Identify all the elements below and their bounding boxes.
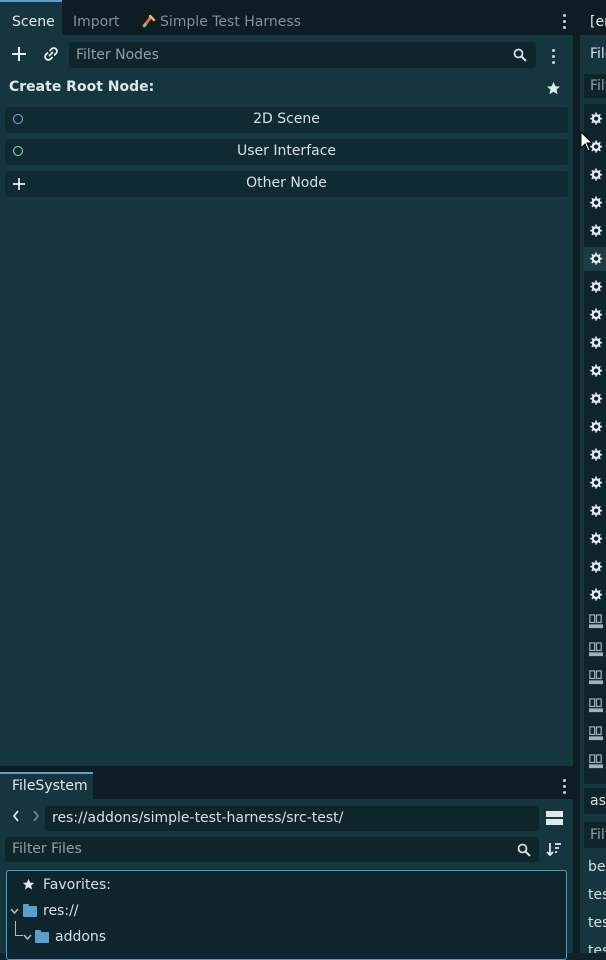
gear-icon[interactable] xyxy=(588,419,604,435)
gear-icon[interactable] xyxy=(588,475,604,491)
other-node-button[interactable]: Other Node xyxy=(5,171,568,197)
back-button[interactable] xyxy=(10,810,22,826)
harness-plugin-icon xyxy=(142,14,156,28)
gear-icon[interactable] xyxy=(588,335,604,351)
gear-icon[interactable] xyxy=(588,195,604,211)
user-interface-label: User Interface xyxy=(236,143,337,159)
favorite-star-icon[interactable] xyxy=(546,81,561,96)
right-filter2-text: Filt xyxy=(590,827,606,843)
2d-scene-button[interactable]: 2D Scene xyxy=(5,107,568,133)
folder-icon xyxy=(23,904,37,917)
gear-icon[interactable] xyxy=(588,587,604,603)
tab-filesystem[interactable]: FileSystem xyxy=(0,772,93,799)
scene-tabbar: Scene Import Simple Test Harness xyxy=(0,0,573,35)
tree-favorites[interactable]: Favorites: xyxy=(43,877,111,893)
toggle-split-button[interactable] xyxy=(545,810,563,828)
filesystem-tree[interactable]: Favorites: res:// addons xyxy=(6,870,567,960)
mouse-cursor-icon xyxy=(580,131,594,152)
filesystem-menu-icon[interactable] xyxy=(563,779,567,797)
plus-icon xyxy=(12,47,26,61)
gear-icon[interactable] xyxy=(588,279,604,295)
folder-icon xyxy=(35,930,49,943)
tab-import-label: Import xyxy=(73,14,120,30)
tree-res-root[interactable]: res:// xyxy=(43,903,79,919)
chevron-down-icon[interactable] xyxy=(23,934,32,940)
gear-icon[interactable] xyxy=(588,167,604,183)
search-icon xyxy=(517,843,531,857)
right-filter-text: Filt xyxy=(590,78,606,94)
right-list-item[interactable]: be xyxy=(588,859,606,875)
filesystem-dock: FileSystem res://addons/simple-test-harn… xyxy=(0,772,573,960)
gear-icon[interactable] xyxy=(588,111,604,127)
right-dock-file-menu[interactable]: File xyxy=(590,46,606,62)
tab-scene[interactable]: Scene xyxy=(0,0,62,35)
right-list-item[interactable]: tes xyxy=(588,887,606,903)
gear-icon[interactable] xyxy=(588,559,604,575)
doc-icon[interactable] xyxy=(588,670,604,686)
right-as-field[interactable]: as xyxy=(584,788,606,814)
link-icon xyxy=(44,47,58,61)
scene-dock: Scene Import Simple Test Harness Filter … xyxy=(0,0,573,766)
filter-files-input[interactable]: Filter Files xyxy=(5,837,539,862)
tab-simple-test-harness[interactable]: Simple Test Harness xyxy=(142,0,301,35)
doc-icon[interactable] xyxy=(588,614,604,630)
gear-icon[interactable] xyxy=(588,531,604,547)
right-list-item[interactable]: tes xyxy=(588,915,606,931)
right-list-item[interactable]: tes xyxy=(588,943,606,953)
tab-import[interactable]: Import xyxy=(73,0,119,35)
tab-simple-test-harness-label: Simple Test Harness xyxy=(160,14,301,30)
tab-scene-label: Scene xyxy=(12,14,55,30)
instance-scene-button[interactable] xyxy=(42,46,60,64)
user-interface-button[interactable]: User Interface xyxy=(5,139,568,165)
right-as-text: as xyxy=(590,793,606,809)
scene-tab-menu-icon[interactable] xyxy=(563,14,567,32)
doc-icon[interactable] xyxy=(588,754,604,770)
forward-button[interactable] xyxy=(30,810,42,826)
gear-icon[interactable] xyxy=(588,391,604,407)
tree-addons[interactable]: addons xyxy=(55,929,106,945)
chevron-right-icon xyxy=(33,810,40,822)
right-filter2-field[interactable]: Filt xyxy=(584,822,606,848)
gear-icon[interactable] xyxy=(588,223,604,239)
star-icon xyxy=(22,878,35,890)
gear-icon[interactable] xyxy=(588,447,604,463)
path-input[interactable]: res://addons/simple-test-harness/src-tes… xyxy=(45,806,539,831)
gear-icon[interactable] xyxy=(588,363,604,379)
scene-panel: Filter Nodes Create Root Node: 2D Scene … xyxy=(0,35,573,766)
gear-icon[interactable] xyxy=(588,307,604,323)
scene-options-icon[interactable] xyxy=(552,49,556,67)
tab-filesystem-label: FileSystem xyxy=(12,778,88,794)
tree-guide-line xyxy=(15,921,23,936)
right-dock-tab[interactable]: [er xyxy=(590,14,606,30)
2d-scene-label: 2D Scene xyxy=(253,111,320,127)
sort-button[interactable] xyxy=(545,841,563,859)
doc-icon[interactable] xyxy=(588,726,604,742)
right-filter-field[interactable]: Filt xyxy=(584,74,606,98)
sort-icon xyxy=(546,843,561,857)
create-root-title: Create Root Node: xyxy=(9,79,155,95)
split-mode-icon xyxy=(545,811,563,825)
filter-nodes-input[interactable]: Filter Nodes xyxy=(69,42,536,68)
chevron-down-icon[interactable] xyxy=(10,908,19,914)
path-text: res://addons/simple-test-harness/src-tes… xyxy=(52,810,344,826)
chevron-left-icon xyxy=(12,810,19,822)
filter-files-placeholder: Filter Files xyxy=(12,841,82,857)
filter-nodes-placeholder: Filter Nodes xyxy=(76,47,159,63)
doc-icon[interactable] xyxy=(588,642,604,658)
other-node-label: Other Node xyxy=(246,175,327,191)
search-icon xyxy=(513,48,527,62)
gear-icon[interactable] xyxy=(588,251,604,267)
vertical-splitter[interactable] xyxy=(573,0,580,953)
gear-icon[interactable] xyxy=(588,503,604,519)
add-node-button[interactable] xyxy=(9,45,29,65)
doc-icon[interactable] xyxy=(588,698,604,714)
